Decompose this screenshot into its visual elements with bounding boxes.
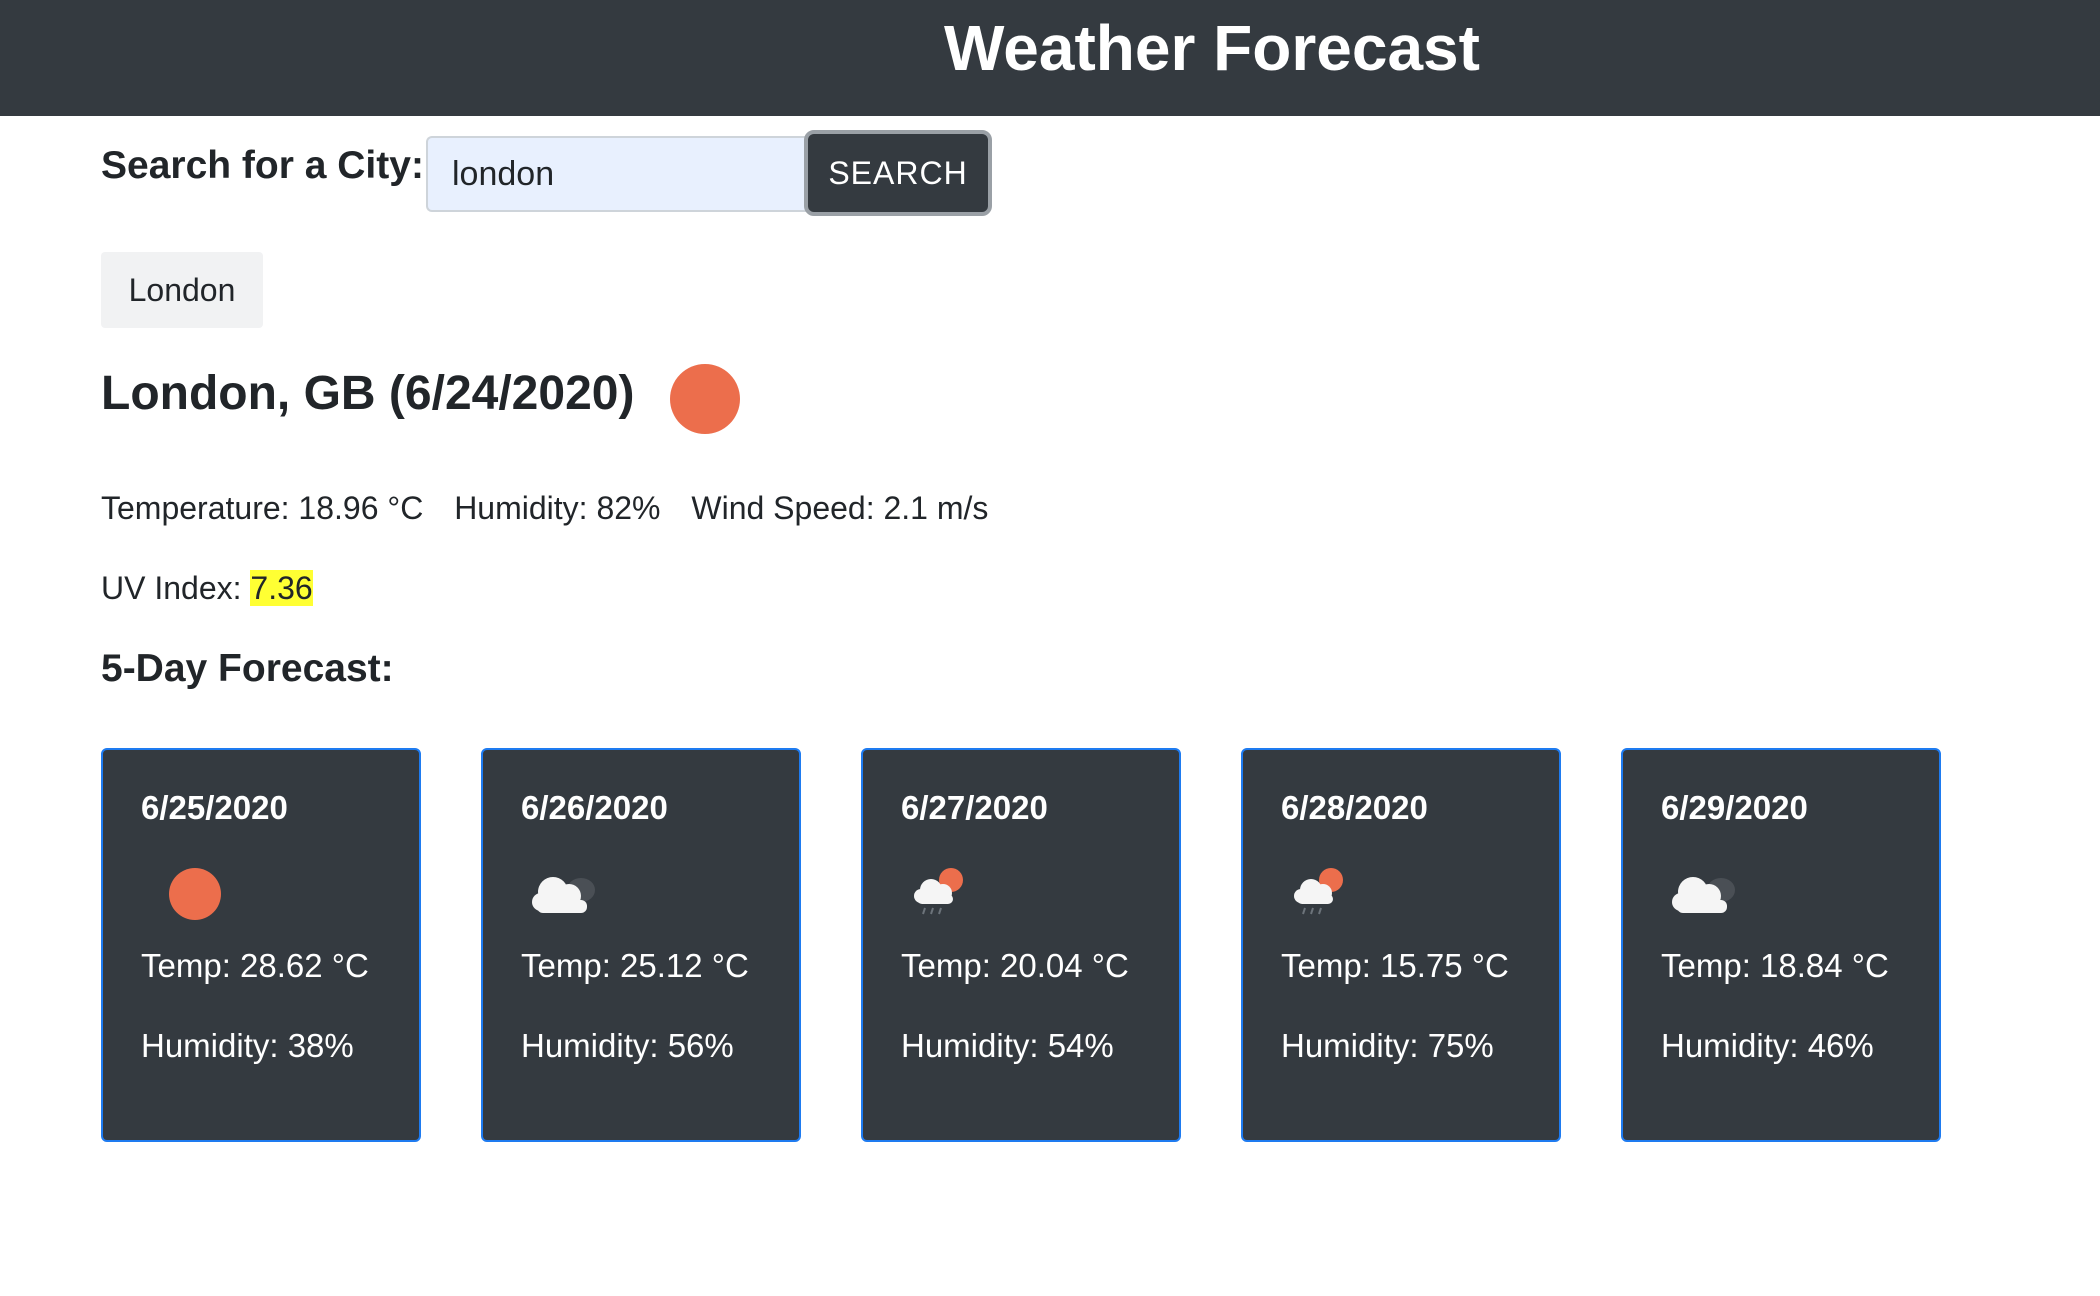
forecast-humidity: Humidity: 56%: [521, 1027, 734, 1064]
cloud-icon: [1663, 860, 1743, 920]
forecast-date: 6/25/2020: [141, 789, 288, 826]
forecast-temp: Temp: 20.04 °C: [901, 947, 1129, 984]
forecast-temp: Temp: 15.75 °C: [1281, 947, 1509, 984]
forecast-date: 6/29/2020: [1661, 789, 1808, 826]
forecast-humidity: Humidity: 54%: [901, 1027, 1114, 1064]
current-humidity: Humidity: 82%: [454, 490, 661, 526]
forecast-date: 6/27/2020: [901, 789, 1048, 826]
history-item-london[interactable]: London: [101, 252, 263, 328]
forecast-card: 6/29/2020 Temp: 18.84 °C Humidity: 46%: [1621, 748, 1941, 1142]
search-label: Search for a City:: [101, 144, 424, 187]
sun-icon: [670, 364, 740, 434]
search-button[interactable]: SEARCH: [804, 130, 992, 216]
sun-cloud-rain-icon: [903, 860, 983, 920]
forecast-card: 6/27/2020 Temp: 20.04 °C Humidity: 54%: [861, 748, 1181, 1142]
forecast-date: 6/28/2020: [1281, 789, 1428, 826]
forecast-temp: Temp: 28.62 °C: [141, 947, 369, 984]
uv-value: 7.36: [250, 570, 313, 606]
current-temperature: Temperature: 18.96 °C: [101, 490, 424, 526]
forecast-humidity: Humidity: 75%: [1281, 1027, 1494, 1064]
forecast-temp: Temp: 18.84 °C: [1661, 947, 1889, 984]
header-bar: Weather Forecast: [0, 0, 2100, 116]
sun-icon: [143, 860, 223, 920]
uv-index: UV Index: 7.36: [101, 568, 313, 608]
forecast-heading: 5-Day Forecast:: [101, 647, 394, 690]
forecast-temp: Temp: 25.12 °C: [521, 947, 749, 984]
uv-label: UV Index:: [101, 570, 251, 606]
page-title: Weather Forecast: [944, 12, 1480, 84]
forecast-card: 6/28/2020 Temp: 15.75 °C Humidity: 75%: [1241, 748, 1561, 1142]
search-input[interactable]: [426, 136, 806, 212]
current-city-heading: London, GB (6/24/2020): [101, 367, 635, 420]
forecast-humidity: Humidity: 38%: [141, 1027, 354, 1064]
forecast-card: 6/25/2020 Temp: 28.62 °C Humidity: 38%: [101, 748, 421, 1142]
cloud-icon: [523, 860, 603, 920]
sun-cloud-rain-icon: [1283, 860, 1363, 920]
forecast-card: 6/26/2020 Temp: 25.12 °C Humidity: 56%: [481, 748, 801, 1142]
current-stats: Temperature: 18.96 °C Humidity: 82% Wind…: [101, 488, 1010, 528]
forecast-date: 6/26/2020: [521, 789, 668, 826]
forecast-humidity: Humidity: 46%: [1661, 1027, 1874, 1064]
current-wind-speed: Wind Speed: 2.1 m/s: [691, 490, 989, 526]
